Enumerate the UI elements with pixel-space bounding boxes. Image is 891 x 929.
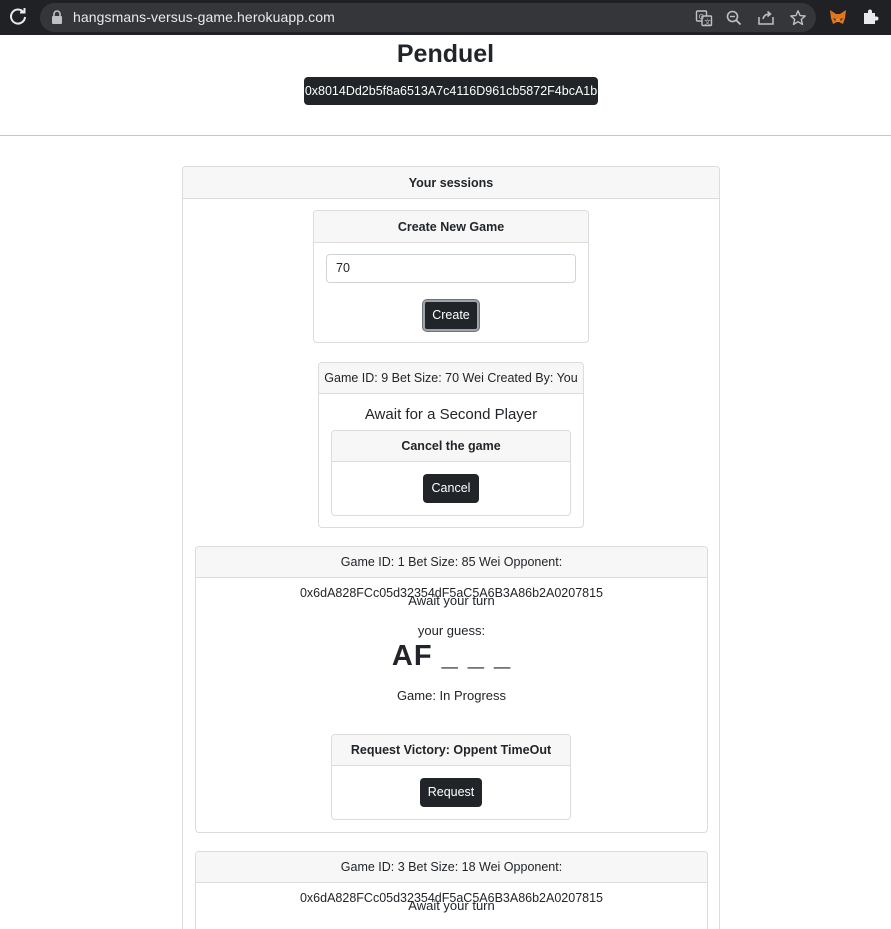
create-button[interactable]: Create xyxy=(423,300,479,331)
game-9-status: Await for a Second Player xyxy=(364,406,538,423)
game-card-1: Game ID: 1 Bet Size: 85 Wei Opponent: 0x… xyxy=(195,546,708,833)
reload-icon[interactable] xyxy=(7,6,29,28)
game-1-guess-word: AF _ _ _ xyxy=(391,640,512,672)
game-card-9: Game ID: 9 Bet Size: 70 Wei Created By: … xyxy=(318,362,584,528)
cancel-button[interactable]: Cancel xyxy=(423,474,479,503)
header-divider xyxy=(0,135,891,136)
game-9-header: Game ID: 9 Bet Size: 70 Wei Created By: … xyxy=(319,363,583,394)
create-game-card: Create New Game 70 Create xyxy=(313,210,589,343)
game-1-state: Game: In Progress xyxy=(396,688,507,703)
share-icon[interactable] xyxy=(757,9,775,27)
sessions-card: Your sessions Create New Game 70 Create … xyxy=(182,166,720,929)
svg-text:文: 文 xyxy=(704,17,711,26)
game-3-turn-status: Await your turn xyxy=(408,898,495,913)
game-3-header: Game ID: 3 Bet Size: 18 Wei Opponent: 0x… xyxy=(196,852,707,905)
bookmark-star-icon[interactable] xyxy=(789,9,807,27)
bet-size-input[interactable]: 70 xyxy=(326,254,576,283)
account-address-badge: 0x8014Dd2b5f8a6513A7c4116D961cb5872F4bcA… xyxy=(304,77,598,105)
game-card-3: Game ID: 3 Bet Size: 18 Wei Opponent: 0x… xyxy=(195,851,708,929)
zoom-icon[interactable] xyxy=(725,9,743,27)
game-1-header: Game ID: 1 Bet Size: 85 Wei Opponent: 0x… xyxy=(196,547,707,600)
request-victory-card: Request Victory: Oppent TimeOut Request xyxy=(331,734,571,820)
game-1-guess-label: your guess: xyxy=(417,623,486,638)
lock-icon[interactable] xyxy=(50,9,64,25)
browser-toolbar: hangsmans-versus-game.herokuapp.com G文 xyxy=(0,0,891,35)
request-victory-header: Request Victory: Oppent TimeOut xyxy=(332,735,570,766)
cancel-game-card: Cancel the game Cancel xyxy=(331,430,571,516)
extensions-icon[interactable] xyxy=(860,7,880,27)
metamask-icon[interactable] xyxy=(828,7,848,27)
game-1-turn-status: Await your turn xyxy=(408,593,495,608)
sessions-header: Your sessions xyxy=(183,167,719,199)
address-bar[interactable]: hangsmans-versus-game.herokuapp.com G文 xyxy=(40,3,816,32)
cancel-game-header: Cancel the game xyxy=(332,431,570,462)
url-text[interactable]: hangsmans-versus-game.herokuapp.com xyxy=(73,9,335,25)
create-game-header: Create New Game xyxy=(314,211,588,243)
translate-icon[interactable]: G文 xyxy=(695,9,713,27)
request-button[interactable]: Request xyxy=(420,778,482,807)
page-title: Penduel xyxy=(396,40,495,68)
